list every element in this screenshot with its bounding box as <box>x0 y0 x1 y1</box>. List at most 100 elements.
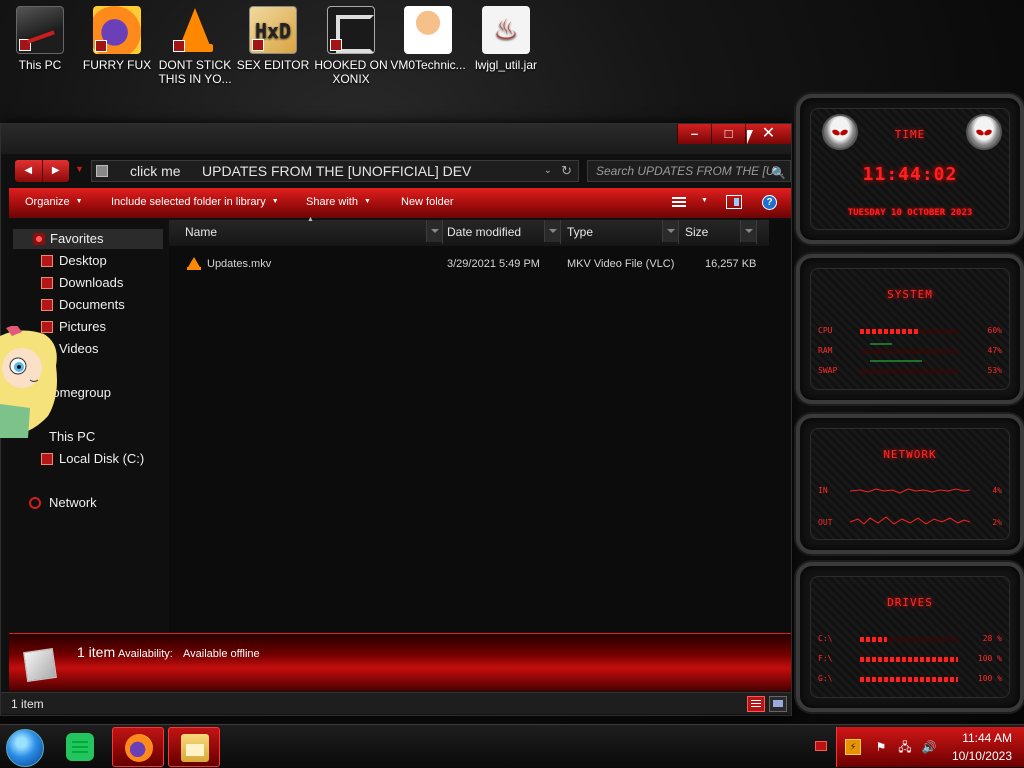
nav-local-disk[interactable]: Local Disk (C:) <box>9 449 159 469</box>
maximize-button[interactable]: □ <box>711 124 745 144</box>
view-options-button[interactable]: ▼ <box>695 195 708 207</box>
desktop-icon-lwjgl-jar[interactable]: ♨ lwjgl_util.jar <box>468 6 544 72</box>
share-with-button[interactable]: Share with ▼ <box>306 196 371 208</box>
system-row-swap: SWAP 53% <box>818 366 1002 378</box>
firefox-icon <box>93 6 141 54</box>
back-button[interactable]: ◀ <box>15 160 42 182</box>
desktop-icon-label: VM0Technic... <box>390 58 466 72</box>
cpu-usage-bar <box>860 329 919 334</box>
desktop-icon-vlc[interactable]: DONT STICK THIS IN YO... <box>157 6 233 86</box>
column-filter-icon[interactable] <box>662 220 678 242</box>
recent-locations-button[interactable]: ▼ <box>75 164 84 174</box>
network-in-graph <box>850 488 970 494</box>
new-folder-button[interactable]: New folder <box>401 196 454 208</box>
desktop-icon-vm0technic[interactable]: VM0Technic... <box>390 6 466 72</box>
drive-usage-bar <box>860 637 887 642</box>
gadget-system[interactable]: SYSTEM CPU 60% RAM 47% SWAP 53% <box>796 254 1024 404</box>
breadcrumb-root[interactable]: click me <box>130 161 181 181</box>
include-in-library-button[interactable]: Include selected folder in library ▼ <box>111 196 279 208</box>
nav-item-label: Favorites <box>50 231 104 246</box>
nav-network[interactable]: Network <box>9 493 159 513</box>
network-icon <box>29 497 41 509</box>
availability-label: Availability: <box>118 648 173 660</box>
gadget-network[interactable]: NETWORK IN 4% OUT 2% <box>796 414 1024 554</box>
change-view-icon[interactable] <box>671 195 687 209</box>
nav-item-label: Videos <box>59 341 99 356</box>
search-icon[interactable]: 🔍 <box>771 163 786 183</box>
nav-documents[interactable]: Documents <box>9 295 159 315</box>
chat-app-icon <box>66 733 94 761</box>
gadget-time[interactable]: TIME 11:44:02 TUESDAY 10 OCTOBER 2023 <box>796 94 1024 244</box>
explorer-window: – □ ✕ ◀ ▶ ▼ click me UPDATES FROM THE [U… <box>0 123 792 716</box>
breadcrumb-folder[interactable]: UPDATES FROM THE [UNOFFICIAL] DEV <box>202 161 471 181</box>
nav-item-label: Local Disk (C:) <box>59 451 145 466</box>
drive-usage-bar <box>860 677 958 682</box>
drive-row-c: C:\ 28 % <box>818 634 1002 646</box>
action-center-flag-icon[interactable]: ⚑ <box>873 739 889 755</box>
row-label: RAM <box>818 346 833 355</box>
minimize-button[interactable]: – <box>677 124 711 144</box>
organize-button[interactable]: Organize ▼ <box>25 196 83 208</box>
tray-clock-date[interactable]: 10/10/2023 <box>952 749 1012 763</box>
row-value: 100 % <box>977 654 1002 663</box>
row-label: SWAP <box>818 366 838 375</box>
volume-icon[interactable]: 🔊 <box>921 739 937 755</box>
nav-desktop[interactable]: Desktop <box>9 251 159 271</box>
column-headers: ▲ Name Date modified Type Size <box>169 216 769 246</box>
address-row: ◀ ▶ ▼ click me UPDATES FROM THE [UNOFFIC… <box>13 160 791 184</box>
row-value: 4% <box>992 486 1002 495</box>
taskbar-app-explorer[interactable] <box>168 727 220 767</box>
column-header-date[interactable]: Date modified <box>439 220 561 244</box>
column-filter-icon[interactable] <box>544 220 560 242</box>
start-button[interactable] <box>6 729 44 767</box>
search-placeholder: Search UPDATES FROM THE [U... <box>596 164 785 178</box>
search-input[interactable]: Search UPDATES FROM THE [U... 🔍 <box>587 160 791 182</box>
refresh-icon[interactable]: ↻ <box>561 161 572 181</box>
nav-favorites[interactable]: Favorites <box>13 229 163 249</box>
desktop-icon-xonix[interactable]: HOOKED ON XONIX <box>313 6 389 86</box>
help-icon[interactable]: ? <box>762 195 777 210</box>
taskbar: ⚡ ⚑ 🖧 🔊 11:44 AM 10/10/2023 <box>0 724 1024 768</box>
taskbar-app-firefox[interactable] <box>112 727 164 767</box>
xonix-game-icon <box>327 6 375 54</box>
column-label: Name <box>185 225 218 239</box>
tray-clock-time[interactable]: 11:44 AM <box>962 731 1012 745</box>
column-header-size[interactable]: Size <box>677 220 757 244</box>
nav-downloads[interactable]: Downloads <box>9 273 159 293</box>
show-hidden-icons-button[interactable] <box>815 741 827 751</box>
forward-button[interactable]: ▶ <box>41 160 70 182</box>
nav-item-label: Desktop <box>59 253 107 268</box>
large-icons-view-button[interactable] <box>769 696 787 712</box>
organize-label: Organize <box>25 196 70 208</box>
details-view-button[interactable] <box>747 696 765 712</box>
network-status-icon[interactable]: 🖧 <box>897 739 913 755</box>
column-header-type[interactable]: Type <box>559 220 679 244</box>
file-row[interactable]: Updates.mkv 3/29/2021 5:49 PM MKV Video … <box>169 254 769 274</box>
taskbar-app-chat[interactable] <box>54 727 106 767</box>
gadget-title: DRIVES <box>887 596 933 609</box>
desktop-icon-furry-fux[interactable]: FURRY FUX <box>79 6 155 72</box>
column-filter-icon[interactable] <box>740 220 756 242</box>
availability-value: Available offline <box>183 648 260 660</box>
desktop-icon-this-pc[interactable]: This PC <box>2 6 78 72</box>
column-header-name[interactable]: Name <box>177 220 443 244</box>
row-value: 60% <box>987 326 1002 335</box>
file-size: 16,257 KB <box>705 258 757 270</box>
java-jar-icon: ♨ <box>482 6 530 54</box>
gadget-date: TUESDAY 10 OCTOBER 2023 <box>847 208 973 218</box>
hxd-editor-icon: HxD <box>249 6 297 54</box>
address-bar[interactable]: click me UPDATES FROM THE [UNOFFICIAL] D… <box>91 160 579 182</box>
gadget-title: TIME <box>894 128 926 141</box>
desktop-icon-label: This PC <box>18 58 62 72</box>
desktop-icon-hex-editor[interactable]: HxD SEX EDITOR <box>235 6 311 72</box>
tray-app-icon[interactable]: ⚡ <box>845 739 861 755</box>
desktop-icon-label: SEX EDITOR <box>236 58 310 72</box>
caption-buttons: – □ ✕ <box>677 124 791 144</box>
gadget-drives[interactable]: DRIVES C:\ 28 % F:\ 100 % G:\ 100 % <box>796 562 1024 712</box>
window-titlebar[interactable]: – □ ✕ <box>1 124 791 154</box>
preview-pane-icon[interactable] <box>726 195 742 209</box>
drive-icon <box>41 453 53 465</box>
gadget-title: NETWORK <box>883 448 937 461</box>
address-dropdown-icon[interactable]: ⌄ <box>544 161 552 181</box>
status-item-count: 1 item <box>11 697 44 711</box>
